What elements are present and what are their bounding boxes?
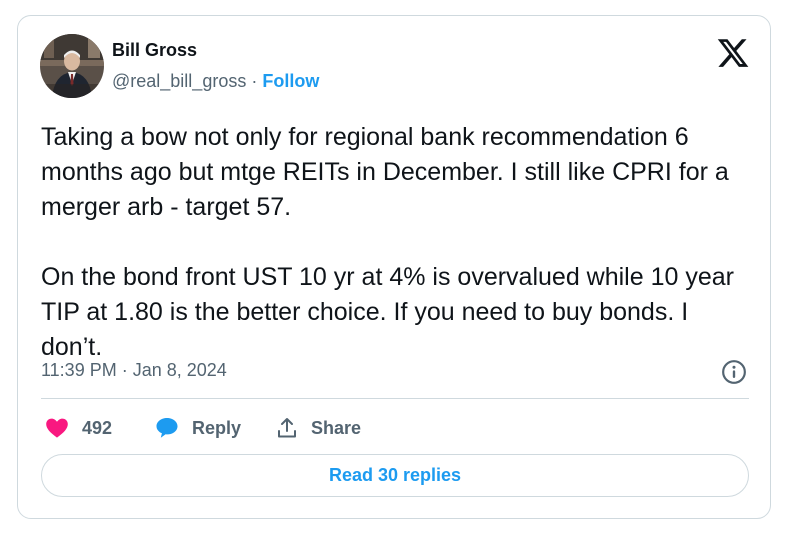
tweet-paragraph: Taking a bow not only for regional bank … — [41, 123, 729, 221]
divider — [41, 398, 749, 399]
x-logo-icon[interactable] — [716, 36, 750, 70]
reply-label: Reply — [192, 417, 242, 438]
handle-separator: · — [251, 71, 258, 91]
share-icon — [278, 418, 296, 438]
share-button[interactable]: Share — [275, 413, 361, 443]
speech-bubble-icon — [156, 418, 178, 438]
share-label: Share — [311, 417, 362, 438]
tweet-card: Bill Gross @real_bill_gross · Follow Tak… — [17, 15, 771, 519]
tweet-text: Taking a bow not only for regional bank … — [41, 120, 753, 365]
tweet-paragraph: On the bond front UST 10 yr at 4% is ove… — [41, 263, 734, 361]
like-count: 492 — [82, 417, 113, 438]
avatar[interactable] — [40, 34, 104, 98]
read-replies-button[interactable]: Read 30 replies — [41, 454, 749, 497]
follow-link[interactable]: Follow — [262, 71, 319, 91]
info-icon[interactable] — [721, 359, 747, 385]
tweet-timestamp[interactable]: 11:39 PM · Jan 8, 2024 — [41, 360, 227, 381]
author-handle-row: @real_bill_gross · Follow — [112, 71, 319, 92]
like-button[interactable]: 492 — [44, 413, 112, 443]
reply-button[interactable]: Reply — [154, 413, 241, 443]
author-handle[interactable]: @real_bill_gross — [112, 71, 246, 91]
avatar-image — [40, 34, 104, 98]
author-name[interactable]: Bill Gross — [112, 40, 197, 61]
heart-icon — [46, 418, 68, 438]
